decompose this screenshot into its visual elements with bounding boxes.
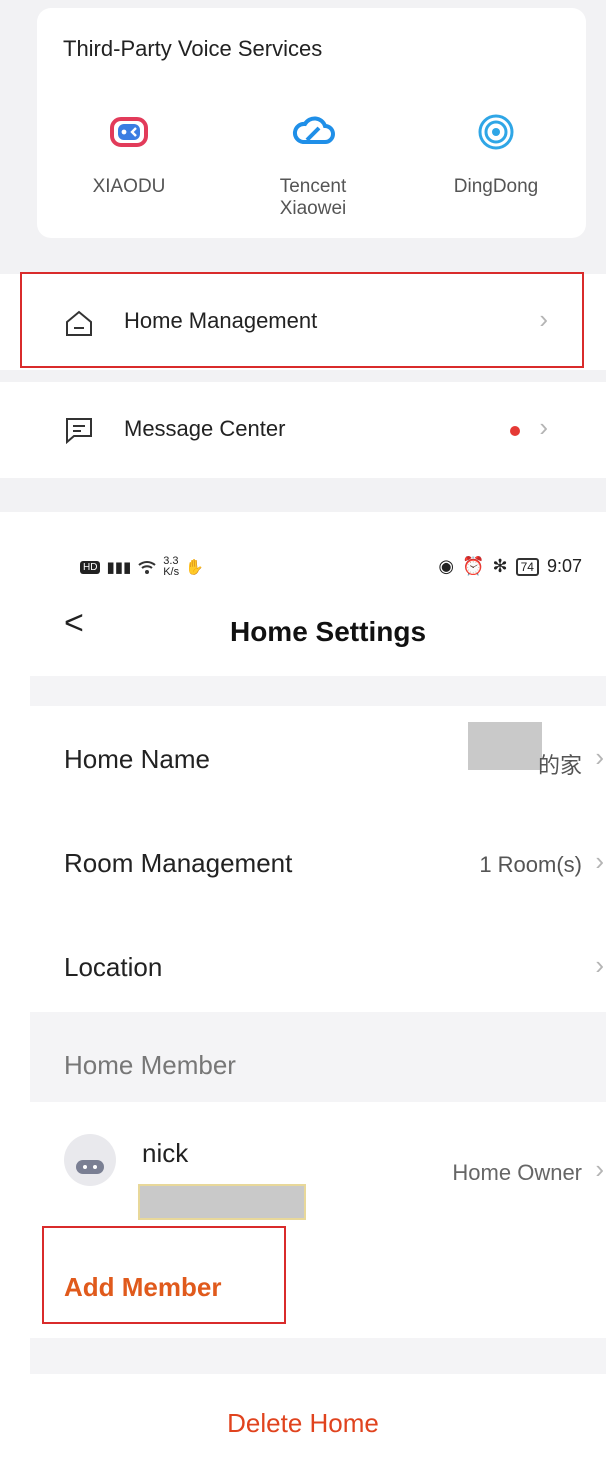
message-center-label: Message Center xyxy=(124,416,286,441)
tencent-cloud-icon xyxy=(293,116,335,144)
home-name-row[interactable]: Home Name 的家 › xyxy=(30,706,606,810)
alarm-icon: ⏰ xyxy=(462,556,485,576)
room-management-row[interactable]: Room Management 1 Room(s) › xyxy=(30,810,606,914)
room-management-value: 1 Room(s) xyxy=(479,852,582,877)
voice-service-label: Tencent Xiaowei xyxy=(279,176,347,219)
redacted-block xyxy=(138,1184,306,1220)
voice-service-label: XIAODU xyxy=(92,176,166,197)
room-management-label: Room Management xyxy=(64,848,293,878)
xiaodu-icon xyxy=(110,117,148,147)
home-member-header: Home Member xyxy=(30,1012,606,1102)
voice-service-dingdong[interactable]: DingDong xyxy=(426,112,566,198)
voice-service-label: DingDong xyxy=(453,176,539,197)
home-name-label: Home Name xyxy=(64,744,210,774)
message-icon xyxy=(66,418,92,444)
chevron-right-icon: › xyxy=(595,846,604,876)
delete-home-button[interactable]: Delete Home xyxy=(0,1408,606,1439)
net-speed-unit: K/s xyxy=(163,566,180,578)
bluetooth-icon: ✻ xyxy=(492,556,508,576)
eye-icon: ◉ xyxy=(438,556,455,576)
member-name: nick xyxy=(142,1138,189,1168)
home-name-value: 的家 xyxy=(537,753,582,778)
voice-service-tencent[interactable]: Tencent Xiaowei xyxy=(243,112,383,220)
home-member-title: Home Member xyxy=(64,1050,236,1080)
net-speed: 3.3 K/s xyxy=(163,556,179,578)
dingdong-icon xyxy=(478,114,514,150)
battery-indicator: 74 xyxy=(515,557,539,576)
home-icon xyxy=(66,310,92,336)
wifi-icon xyxy=(138,561,156,574)
status-time: 9:07 xyxy=(546,556,582,576)
robot-avatar-icon xyxy=(76,1160,104,1174)
member-role: Home Owner xyxy=(452,1160,582,1185)
home-management-label: Home Management xyxy=(124,308,318,333)
avatar xyxy=(64,1134,116,1186)
chevron-right-icon: › xyxy=(595,950,604,980)
status-right: ◉ ⏰ ✻ 74 9:07 xyxy=(438,556,582,577)
status-left: HD ▮▮▮ 3.3 K/s ✋ xyxy=(80,556,204,578)
notification-dot xyxy=(510,426,520,436)
signal-icon: ▮▮▮ xyxy=(106,559,132,576)
section-divider xyxy=(30,676,606,706)
voice-services-title: Third-Party Voice Services xyxy=(63,36,323,61)
top-screen: Third-Party Voice Services XIAODU Tencen… xyxy=(0,0,606,512)
chevron-right-icon: › xyxy=(595,1154,604,1184)
hd-badge: HD xyxy=(80,560,101,574)
home-management-row[interactable]: Home Management › xyxy=(0,274,606,370)
redacted-block xyxy=(468,722,542,770)
voice-services-card: Third-Party Voice Services XIAODU Tencen… xyxy=(37,8,586,238)
chevron-right-icon: › xyxy=(539,412,548,442)
location-label: Location xyxy=(64,952,163,982)
voice-service-xiaodu[interactable]: XIAODU xyxy=(59,112,199,198)
chevron-right-icon: › xyxy=(539,304,548,334)
section-divider xyxy=(30,1338,606,1374)
message-center-row[interactable]: Message Center › xyxy=(0,382,606,478)
location-row[interactable]: Location › xyxy=(30,914,606,1018)
member-row[interactable]: nick Home Owner › xyxy=(30,1102,606,1236)
home-settings-screen: HD ▮▮▮ 3.3 K/s ✋ ◉ ⏰ ✻ 74 9:07 < Home Se… xyxy=(0,512,606,1464)
add-member-button[interactable]: Add Member xyxy=(64,1272,221,1303)
page-title: Home Settings xyxy=(229,616,427,647)
status-bar: HD ▮▮▮ 3.3 K/s ✋ ◉ ⏰ ✻ 74 9:07 xyxy=(0,512,606,578)
hand-icon: ✋ xyxy=(185,559,204,576)
chevron-right-icon: › xyxy=(595,742,604,772)
